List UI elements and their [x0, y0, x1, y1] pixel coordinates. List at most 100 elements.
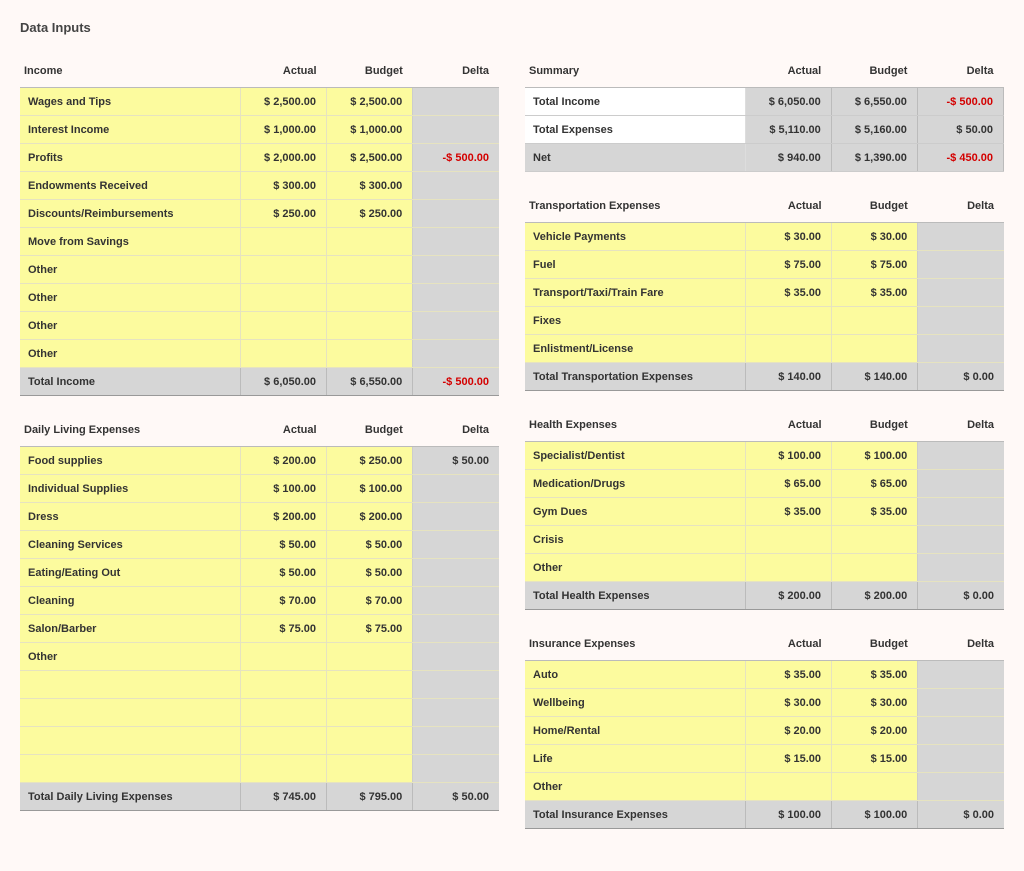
cell: Discounts/Reimbursements	[20, 200, 240, 228]
cell: Wellbeing	[525, 689, 745, 717]
cell	[413, 172, 499, 200]
column-header-budget: Budget	[832, 413, 918, 442]
table-row: Enlistment/License	[525, 335, 1004, 363]
table-row: Food supplies$ 200.00$ 250.00$ 50.00	[20, 447, 499, 475]
cell	[240, 312, 326, 340]
cell	[240, 643, 326, 671]
cell: Other	[20, 312, 240, 340]
table-row: Interest Income$ 1,000.00$ 1,000.00	[20, 116, 499, 144]
cell	[832, 554, 918, 582]
cell: Total Income	[525, 88, 745, 116]
cell	[240, 727, 326, 755]
table-row: Other	[20, 312, 499, 340]
cell	[413, 88, 499, 116]
cell: $ 65.00	[832, 470, 918, 498]
cell: Auto	[525, 661, 745, 689]
cell: $ 200.00	[327, 503, 413, 531]
table-row: Fuel$ 75.00$ 75.00	[525, 251, 1004, 279]
cell: $ 100.00	[240, 475, 326, 503]
cell: $ 15.00	[745, 745, 831, 773]
section-title: Insurance Expenses	[525, 632, 745, 661]
insurance-table-slot: Insurance ExpensesActualBudgetDeltaAuto$…	[525, 632, 1004, 829]
cell: $ 300.00	[240, 172, 326, 200]
income-table-slot: IncomeActualBudgetDeltaWages and Tips$ 2…	[20, 59, 499, 396]
column-header-actual: Actual	[745, 413, 831, 442]
cell: $ 20.00	[832, 717, 918, 745]
table-row: Specialist/Dentist$ 100.00$ 100.00	[525, 442, 1004, 470]
table-row: Medication/Drugs$ 65.00$ 65.00	[525, 470, 1004, 498]
table-row: Life$ 15.00$ 15.00	[525, 745, 1004, 773]
cell: Gym Dues	[525, 498, 745, 526]
cell: Wages and Tips	[20, 88, 240, 116]
cell: $ 15.00	[832, 745, 918, 773]
cell	[327, 699, 413, 727]
cell: $ 140.00	[745, 363, 831, 391]
cell	[918, 554, 1004, 582]
cell: $ 100.00	[745, 801, 831, 829]
cell: $ 50.00	[327, 531, 413, 559]
cell: Dress	[20, 503, 240, 531]
table-row: Fixes	[525, 307, 1004, 335]
table-row: Other	[20, 340, 499, 368]
cell	[413, 475, 499, 503]
cell	[20, 755, 240, 783]
cell: -$ 500.00	[413, 144, 499, 172]
cell	[745, 335, 831, 363]
cell: $ 795.00	[327, 783, 413, 811]
cell	[327, 256, 413, 284]
cell	[918, 745, 1004, 773]
table-row	[20, 727, 499, 755]
table-row	[20, 755, 499, 783]
cell	[413, 755, 499, 783]
table-row: Other	[20, 284, 499, 312]
daily-table: Daily Living ExpensesActualBudgetDeltaFo…	[20, 418, 499, 811]
cell: $ 0.00	[918, 582, 1004, 610]
cell	[413, 340, 499, 368]
section-title: Summary	[525, 59, 745, 88]
table-row	[20, 699, 499, 727]
cell: Other	[20, 340, 240, 368]
cell	[918, 717, 1004, 745]
cell	[327, 671, 413, 699]
cell: $ 30.00	[832, 689, 918, 717]
table-row: Cleaning Services$ 50.00$ 50.00	[20, 531, 499, 559]
cell: Vehicle Payments	[525, 223, 745, 251]
cell: Cleaning	[20, 587, 240, 615]
table-row: Eating/Eating Out$ 50.00$ 50.00	[20, 559, 499, 587]
cell	[240, 671, 326, 699]
cell: $ 6,550.00	[327, 368, 413, 396]
cell: $ 50.00	[240, 559, 326, 587]
cell: $ 140.00	[832, 363, 918, 391]
cell: $ 0.00	[918, 363, 1004, 391]
table-row: Other	[20, 256, 499, 284]
table-row: Total Income$ 6,050.00$ 6,550.00-$ 500.0…	[525, 88, 1004, 116]
total-row: Total Insurance Expenses$ 100.00$ 100.00…	[525, 801, 1004, 829]
cell	[327, 284, 413, 312]
cell: $ 250.00	[240, 200, 326, 228]
total-row: Total Income$ 6,050.00$ 6,550.00-$ 500.0…	[20, 368, 499, 396]
cell: Other	[20, 256, 240, 284]
cell: $ 200.00	[745, 582, 831, 610]
cell: $ 5,160.00	[831, 116, 917, 144]
cell	[240, 755, 326, 783]
cell: -$ 500.00	[917, 88, 1003, 116]
cell: $ 75.00	[327, 615, 413, 643]
cell: $ 1,390.00	[831, 144, 917, 172]
cell	[918, 526, 1004, 554]
cell: Crisis	[525, 526, 745, 554]
cell: Net	[525, 144, 745, 172]
cell: Fixes	[525, 307, 745, 335]
cell: Total Expenses	[525, 116, 745, 144]
summary-table: SummaryActualBudgetDeltaTotal Income$ 6,…	[525, 59, 1004, 172]
cell	[413, 200, 499, 228]
cell	[918, 470, 1004, 498]
cell: -$ 450.00	[917, 144, 1003, 172]
cell: $ 75.00	[240, 615, 326, 643]
transport-table-slot: Transportation ExpensesActualBudgetDelta…	[525, 194, 1004, 391]
cell: $ 2,500.00	[240, 88, 326, 116]
cell: $ 50.00	[917, 116, 1003, 144]
cell: $ 75.00	[832, 251, 918, 279]
cell: Life	[525, 745, 745, 773]
column-header-delta: Delta	[917, 59, 1003, 88]
cell: $ 30.00	[745, 223, 831, 251]
